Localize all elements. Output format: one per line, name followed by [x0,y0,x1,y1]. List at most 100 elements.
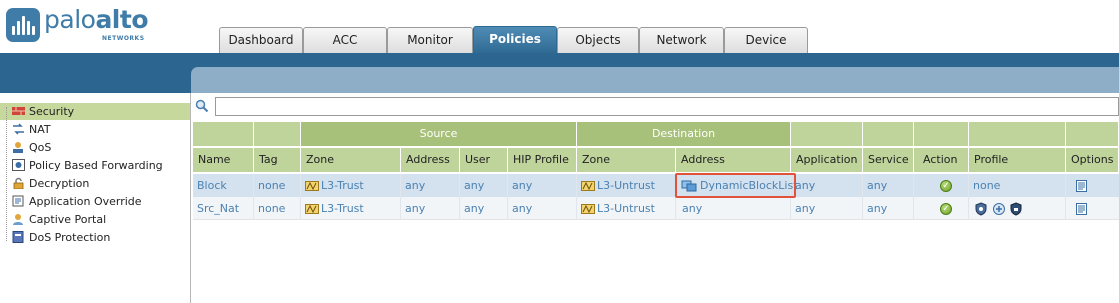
col-options[interactable]: Options [1066,148,1119,173]
sidebar-item-label: DoS Protection [29,231,111,244]
antivirus-profile-icon [975,202,987,216]
options-document-icon[interactable] [1076,180,1087,192]
sidebar-item-label: QoS [29,141,52,154]
address-label: DynamicBlockList [700,179,798,192]
filter-bar [191,93,1119,122]
tab-monitor[interactable]: Monitor [387,27,473,53]
col-service[interactable]: Service [863,148,914,173]
filter-input[interactable] [215,97,1119,116]
sidebar-item-label: Policy Based Forwarding [29,159,163,172]
options-document-icon[interactable] [1076,203,1087,215]
zone-icon [581,204,595,214]
application-cell[interactable]: any [791,174,863,197]
col-destination-zone[interactable]: Zone [577,148,676,173]
sidebar-item-decryption[interactable]: Decryption [0,175,190,192]
sidebar-item-security[interactable]: Security [0,103,190,120]
rule-name[interactable]: Src_Nat [193,197,254,220]
group-blank [914,122,969,147]
zone-label: L3-Trust [321,179,364,192]
destination-zone-cell[interactable]: L3-Untrust [577,174,676,197]
rule-tag: none [254,197,301,220]
tab-dashboard[interactable]: Dashboard [219,27,303,53]
sidebar-item-label: NAT [29,123,51,136]
table-group-header: Source Destination [193,122,1119,147]
col-source-zone[interactable]: Zone [301,148,401,173]
destination-address-cell[interactable]: DynamicBlockList [676,174,798,197]
destination-zone-cell[interactable]: L3-Untrust [577,197,676,220]
sidebar-item-captive-portal[interactable]: Captive Portal [0,211,190,228]
service-cell[interactable]: any [863,197,914,220]
sidebar-item-application-override[interactable]: Application Override [0,193,190,210]
vulnerability-profile-icon [992,203,1005,215]
col-destination-address[interactable]: Address [676,148,791,173]
security-rule-icon [12,107,25,115]
sidebar-item-qos[interactable]: QoS [0,139,190,156]
service-cell[interactable]: any [863,174,914,197]
spyware-profile-icon [1010,202,1022,216]
group-blank [863,122,914,147]
profile-cell[interactable]: none [969,174,1066,197]
sidebar-item-label: Security [29,105,75,118]
group-destination: Destination [577,122,791,147]
sidebar-item-nat[interactable]: NAT [0,121,190,138]
content-title-bar [191,67,1119,93]
zone-icon [581,181,595,191]
zone-label: L3-Untrust [597,179,655,192]
app-header: paloalto NETWORKS Dashboard ACC Monitor … [0,0,1119,53]
sidebar-tree-line [6,107,7,241]
application-cell[interactable]: any [791,197,863,220]
col-name[interactable]: Name [193,148,254,173]
col-tag[interactable]: Tag [254,148,301,173]
tab-device[interactable]: Device [724,27,808,53]
allow-check-icon: ✓ [940,203,952,215]
sidebar-item-pbf[interactable]: Policy Based Forwarding [0,157,190,174]
group-blank [791,122,863,147]
qos-icon [13,142,23,153]
search-icon[interactable] [195,99,209,113]
zone-icon [305,204,319,214]
col-action[interactable]: Action [914,148,969,173]
hip-profile-cell[interactable]: any [508,197,577,220]
options-cell[interactable] [1066,197,1119,220]
col-source-address[interactable]: Address [401,148,460,173]
destination-address-cell[interactable]: any [676,197,791,220]
rule-tag: none [254,174,301,197]
action-cell[interactable]: ✓ [914,174,969,197]
options-cell[interactable] [1066,174,1119,197]
col-profile[interactable]: Profile [969,148,1066,173]
table-row[interactable]: Block none L3-Trust any any any L3-Untru… [193,174,1119,197]
zone-label: L3-Trust [321,202,364,215]
col-application[interactable]: Application [791,148,863,173]
logo-subtitle: NETWORKS [102,35,145,42]
source-address-cell[interactable]: any [401,174,460,197]
table-column-header: Name Tag Zone Address User HIP Profile Z… [193,148,1119,173]
hip-profile-cell[interactable]: any [508,174,577,197]
tab-network[interactable]: Network [639,27,724,53]
group-blank [254,122,301,147]
group-blank [1066,122,1119,147]
pbf-icon [12,159,25,171]
policy-sidebar: Security NAT QoS Policy Based Forwarding… [0,93,191,303]
sidebar-item-label: Application Override [29,195,142,208]
profile-cell[interactable] [969,197,1066,220]
sidebar-item-label: Decryption [29,177,90,190]
rule-name[interactable]: Block [193,174,254,197]
col-user[interactable]: User [460,148,508,173]
table-row[interactable]: Src_Nat none L3-Trust any any any L3-Unt… [193,197,1119,220]
zone-label: L3-Untrust [597,202,655,215]
action-cell[interactable]: ✓ [914,197,969,220]
source-zone-cell[interactable]: L3-Trust [301,197,401,220]
tab-policies[interactable]: Policies [473,26,557,53]
user-cell[interactable]: any [460,174,508,197]
col-hip-profile[interactable]: HIP Profile [508,148,577,173]
lock-icon [13,177,24,189]
portal-icon [13,214,23,225]
source-address-cell[interactable]: any [401,197,460,220]
source-zone-cell[interactable]: L3-Trust [301,174,401,197]
user-cell[interactable]: any [460,197,508,220]
sidebar-item-dos-protection[interactable]: DoS Protection [0,229,190,246]
group-blank [193,122,254,147]
tab-acc[interactable]: ACC [303,27,387,53]
logo-mark-icon [6,8,40,42]
tab-objects[interactable]: Objects [557,27,639,53]
